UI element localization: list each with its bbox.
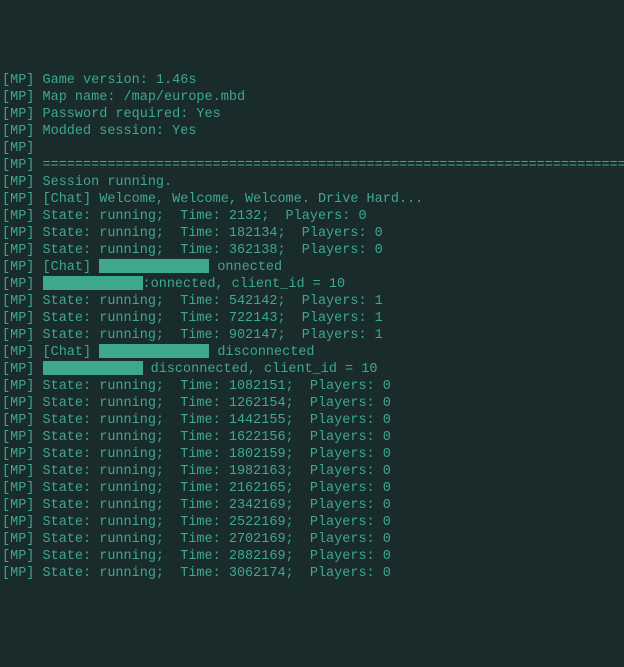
- log-line: [MP] State: running; Time: 1442155; Play…: [2, 412, 622, 429]
- redacted-username: [43, 276, 143, 290]
- log-line: [MP] [Chat] Welcome, Welcome, Welcome. D…: [2, 191, 622, 208]
- log-line: [MP] State: running; Time: 1982163; Play…: [2, 463, 622, 480]
- log-line: [MP] disconnected, client_id = 10: [2, 361, 622, 378]
- log-line: [MP] State: running; Time: 2522169; Play…: [2, 514, 622, 531]
- redacted-username: [43, 361, 143, 375]
- log-line: [MP] State: running; Time: 722143; Playe…: [2, 310, 622, 327]
- log-line: [MP] State: running; Time: 2342169; Play…: [2, 497, 622, 514]
- log-line: [MP] :onnected, client_id = 10: [2, 276, 622, 293]
- log-line: [MP] State: running; Time: 2162165; Play…: [2, 480, 622, 497]
- log-line: [MP] Session running.: [2, 174, 622, 191]
- log-line: [MP] State: running; Time: 542142; Playe…: [2, 293, 622, 310]
- log-line: [MP] State: running; Time: 2132; Players…: [2, 208, 622, 225]
- log-line: [MP] State: running; Time: 1622156; Play…: [2, 429, 622, 446]
- log-line: [MP] Map name: /map/europe.mbd: [2, 89, 622, 106]
- log-line: [MP] State: running; Time: 182134; Playe…: [2, 225, 622, 242]
- redacted-username: [99, 259, 209, 273]
- log-line: [MP] State: running; Time: 1262154; Play…: [2, 395, 622, 412]
- log-line: [MP] Password required: Yes: [2, 106, 622, 123]
- log-line: [MP] ===================================…: [2, 157, 622, 174]
- log-line: [MP]: [2, 140, 622, 157]
- log-line: [MP] State: running; Time: 362138; Playe…: [2, 242, 622, 259]
- console-output: [MP] Game version: 1.46s[MP] Map name: /…: [2, 72, 622, 582]
- log-line: [MP] State: running; Time: 902147; Playe…: [2, 327, 622, 344]
- log-line: [MP] Modded session: Yes: [2, 123, 622, 140]
- log-line: [MP] State: running; Time: 2702169; Play…: [2, 531, 622, 548]
- redacted-username: [99, 344, 209, 358]
- log-line: [MP] State: running; Time: 1802159; Play…: [2, 446, 622, 463]
- log-line: [MP] State: running; Time: 1082151; Play…: [2, 378, 622, 395]
- log-line: [MP] State: running; Time: 2882169; Play…: [2, 548, 622, 565]
- log-line: [MP] State: running; Time: 3062174; Play…: [2, 565, 622, 582]
- log-line: [MP] Game version: 1.46s: [2, 72, 622, 89]
- log-line: [MP] [Chat] disconnected: [2, 344, 622, 361]
- log-line: [MP] [Chat] onnected: [2, 259, 622, 276]
